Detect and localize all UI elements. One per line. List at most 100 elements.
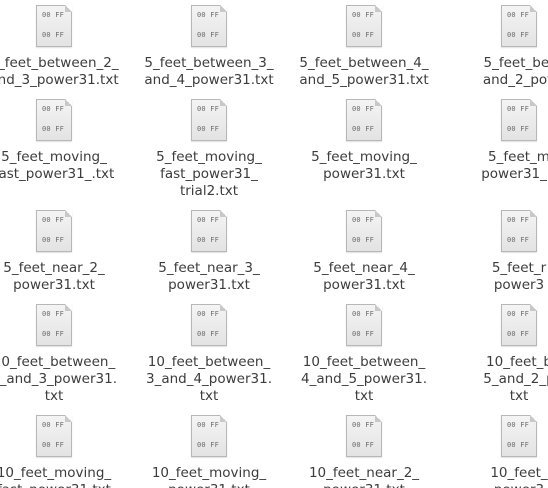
file-grid: 00 FF 00 FF 5_feet_between_2_ and_3_power3… [0,0,548,488]
file-name-label: 10_feet_b 5_and_2_p txt [483,354,548,404]
icon-hex-text: 00 FF [507,105,530,113]
file-name-label: 10_feet_moving_ fast_power31.txt [0,465,112,488]
file-name-label: 5_feet_r power3 [491,260,547,293]
icon-hex-text: 00 FF [42,441,65,449]
icon-hex-text: 00 FF [197,216,220,224]
text-file-icon: 00 FF 00 FF [501,304,537,346]
text-file-icon: 00 FF 00 FF [191,5,227,47]
text-file-icon: 00 FF 00 FF [501,5,537,47]
icon-hex-text: 00 FF [507,216,530,224]
file-item[interactable]: 00 FF 00 FF 10_feet_ power3 [444,415,548,488]
icon-hex-text: 00 FF [42,11,65,19]
file-name-label: 10_feet_between_ 3_and_4_power31. txt [145,354,273,404]
file-name-label: 5_feet_near_3_ power31.txt [158,260,260,293]
icon-hex-text: 00 FF [197,310,220,318]
icon-hex-text: 00 FF [197,441,220,449]
icon-hex-text: 00 FF [197,236,220,244]
text-file-icon: 00 FF 00 FF [501,415,537,457]
icon-hex-text: 00 FF [352,421,375,429]
icon-hex-text: 00 FF [42,125,65,133]
icon-hex-text: 00 FF [42,31,65,39]
text-file-icon: 00 FF 00 FF [36,304,72,346]
file-name-label: 10_feet_between_ 2_and_3_power31. txt [0,354,118,404]
icon-hex-text: 00 FF [42,330,65,338]
text-file-icon: 00 FF 00 FF [346,5,382,47]
icon-hex-text: 00 FF [507,11,530,19]
file-item[interactable]: 00 FF 00 FF 10_feet_moving_ fast_power31.t… [0,415,129,488]
file-item[interactable]: 00 FF 00 FF 10_feet_between_ 4_and_5_power… [289,304,439,405]
text-file-icon: 00 FF 00 FF [501,210,537,252]
file-name-label: 5_feet_near_2_ power31.txt [3,260,105,293]
file-item[interactable]: 00 FF 00 FF 5_feet_bet and_2_pov [444,5,548,89]
text-file-icon: 00 FF 00 FF [191,210,227,252]
file-name-label: 5_feet_bet and_2_pov [482,55,548,88]
icon-hex-text: 00 FF [352,105,375,113]
file-name-label: 5_feet_near_4_ power31.txt [313,260,415,293]
file-item[interactable]: 00 FF 00 FF 5_feet_between_3_ and_4_power3… [134,5,284,89]
icon-hex-text: 00 FF [42,216,65,224]
text-file-icon: 00 FF 00 FF [36,415,72,457]
file-name-label: 5_feet_between_2_ and_3_power31.txt [0,55,119,88]
text-file-icon: 00 FF 00 FF [346,304,382,346]
file-item[interactable]: 00 FF 00 FF 10_feet_b 5_and_2_p txt [444,304,548,405]
file-item[interactable]: 00 FF 00 FF 10_feet_near_2_ power31.txt [289,415,439,488]
file-item[interactable]: 00 FF 00 FF 10_feet_between_ 3_and_4_power… [134,304,284,405]
file-item[interactable]: 00 FF 00 FF 5_feet_m power31_U [444,99,548,183]
text-file-icon: 00 FF 00 FF [191,415,227,457]
text-file-icon: 00 FF 00 FF [346,99,382,141]
text-file-icon: 00 FF 00 FF [501,99,537,141]
icon-hex-text: 00 FF [42,421,65,429]
file-item[interactable]: 00 FF 00 FF 5_feet_moving_ fast_power31_ t… [134,99,284,200]
file-name-label: 5_feet_between_3_ and_4_power31.txt [144,55,274,88]
file-item[interactable]: 00 FF 00 FF 5_feet_near_2_ power31.txt [0,210,129,294]
icon-hex-text: 00 FF [197,31,220,39]
file-name-label: 10_feet_near_2_ power31.txt [308,465,420,488]
icon-hex-text: 00 FF [507,310,530,318]
text-file-icon: 00 FF 00 FF [36,210,72,252]
icon-hex-text: 00 FF [352,441,375,449]
file-item[interactable]: 00 FF 00 FF 5_feet_r power3 [444,210,548,294]
icon-hex-text: 00 FF [352,125,375,133]
file-name-label: 10_feet_ power3 [490,465,548,488]
icon-hex-text: 00 FF [507,421,530,429]
icon-hex-text: 00 FF [352,236,375,244]
file-item[interactable]: 00 FF 00 FF 5_feet_moving_ power31.txt [289,99,439,183]
file-name-label: 5_feet_between_4_ and_5_power31.txt [299,55,429,88]
icon-hex-text: 00 FF [507,236,530,244]
icon-hex-text: 00 FF [352,330,375,338]
icon-hex-text: 00 FF [197,421,220,429]
text-file-icon: 00 FF 00 FF [346,415,382,457]
icon-hex-text: 00 FF [197,11,220,19]
icon-hex-text: 00 FF [352,31,375,39]
file-item[interactable]: 00 FF 00 FF 5_feet_near_3_ power31.txt [134,210,284,294]
file-item[interactable]: 00 FF 00 FF 5_feet_between_2_ and_3_power3… [0,5,129,89]
icon-hex-text: 00 FF [197,105,220,113]
icon-hex-text: 00 FF [42,310,65,318]
icon-hex-text: 00 FF [507,441,530,449]
file-name-label: 5_feet_m power31_U [481,149,548,182]
file-name-label: 5_feet_moving_ fast_power31_.txt [0,149,115,182]
file-item[interactable]: 00 FF 00 FF 5_feet_between_4_ and_5_power3… [289,5,439,89]
file-item[interactable]: 00 FF 00 FF 5_feet_near_4_ power31.txt [289,210,439,294]
icon-hex-text: 00 FF [352,11,375,19]
file-name-label: 10_feet_moving_ power31.txt [151,465,267,488]
text-file-icon: 00 FF 00 FF [191,99,227,141]
icon-hex-text: 00 FF [42,236,65,244]
text-file-icon: 00 FF 00 FF [36,5,72,47]
text-file-icon: 00 FF 00 FF [191,304,227,346]
file-name-label: 10_feet_between_ 4_and_5_power31. txt [300,354,428,404]
icon-hex-text: 00 FF [507,125,530,133]
file-name-label: 5_feet_moving_ fast_power31_ trial2.txt [156,149,262,199]
icon-hex-text: 00 FF [352,310,375,318]
icon-hex-text: 00 FF [197,125,220,133]
text-file-icon: 00 FF 00 FF [36,99,72,141]
icon-hex-text: 00 FF [507,330,530,338]
file-item[interactable]: 00 FF 00 FF 10_feet_between_ 2_and_3_power… [0,304,129,405]
icon-hex-text: 00 FF [197,330,220,338]
file-item[interactable]: 00 FF 00 FF 10_feet_moving_ power31.txt [134,415,284,488]
icon-hex-text: 00 FF [42,105,65,113]
file-name-label: 5_feet_moving_ power31.txt [311,149,417,182]
file-item[interactable]: 00 FF 00 FF 5_feet_moving_ fast_power31_.t… [0,99,129,183]
icon-hex-text: 00 FF [507,31,530,39]
icon-hex-text: 00 FF [352,216,375,224]
